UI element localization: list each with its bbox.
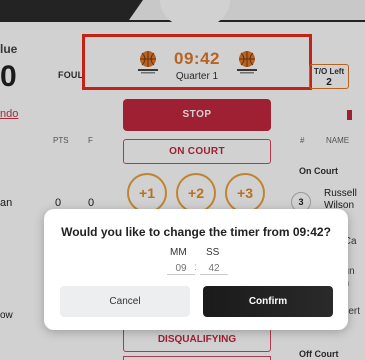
seconds-input[interactable] — [200, 263, 228, 275]
confirm-button[interactable]: Confirm — [203, 286, 333, 317]
minutes-label: MM — [170, 247, 187, 258]
cancel-button[interactable]: Cancel — [60, 286, 190, 317]
seconds-label: SS — [206, 247, 220, 258]
app-screen: lue 0 FOULS ndo 09:42 Quarter 1 T/O Left… — [0, 0, 365, 360]
change-timer-dialog: Would you like to change the timer from … — [44, 209, 348, 330]
minutes-input[interactable] — [167, 263, 195, 275]
dialog-title: Would you like to change the timer from … — [61, 225, 331, 239]
time-separator: : — [194, 262, 197, 273]
